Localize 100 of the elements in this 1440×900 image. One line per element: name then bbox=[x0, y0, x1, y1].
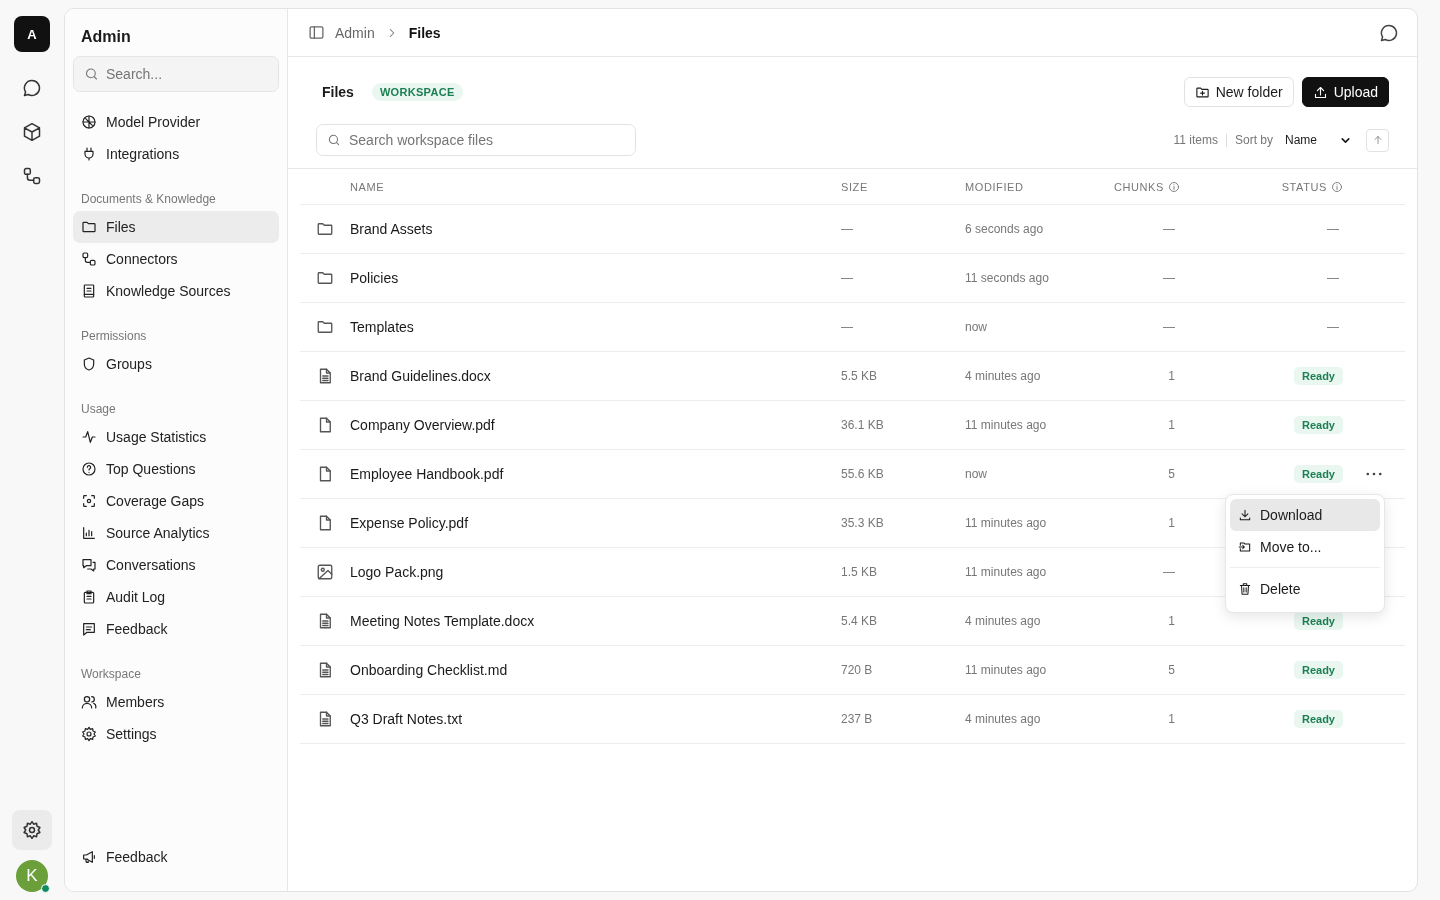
message-icon bbox=[81, 621, 97, 637]
file-name: Brand Assets bbox=[350, 221, 434, 237]
table-cell-text: 720 B bbox=[841, 663, 874, 677]
table-row[interactable]: Q3 Draft Notes.txt 237 B 4 minutes ago 1 Ready bbox=[300, 695, 1405, 744]
sidebar-toggle-icon bbox=[308, 24, 325, 41]
section-heading: Usage bbox=[80, 401, 117, 418]
file-name: Onboarding Checklist.md bbox=[350, 662, 509, 678]
sidebar-item[interactable]: Files bbox=[73, 211, 279, 243]
settings-icon bbox=[81, 726, 97, 742]
users-icon bbox=[81, 694, 97, 710]
settings-button[interactable] bbox=[12, 810, 52, 850]
table-cell-text: 6 seconds ago bbox=[965, 222, 1045, 236]
table-cell-text: 11 minutes ago bbox=[965, 418, 1048, 432]
feedback-link[interactable]: Feedback bbox=[73, 841, 279, 873]
table-cell-text: 36.1 KB bbox=[841, 418, 885, 432]
plug-icon bbox=[81, 146, 97, 162]
sidebar-item[interactable]: Connectors bbox=[73, 243, 279, 275]
folder-plus-icon bbox=[1194, 84, 1210, 100]
megaphone-icon bbox=[81, 849, 97, 865]
column-header: STATUS bbox=[1281, 180, 1327, 193]
table-cell-text: — bbox=[841, 271, 854, 285]
table-cell-text: — bbox=[1162, 222, 1176, 236]
breadcrumb[interactable]: Files bbox=[408, 24, 441, 41]
table-row[interactable]: Policies — 11 seconds ago — — bbox=[300, 254, 1405, 303]
table-cell-text: 237 B bbox=[841, 712, 874, 726]
more-icon bbox=[1366, 472, 1382, 476]
table-row[interactable]: Brand Guidelines.docx 5.5 KB 4 minutes ago 1 Ready bbox=[300, 352, 1405, 401]
file-name: Company Overview.pdf bbox=[350, 417, 496, 433]
file-name: Policies bbox=[350, 270, 400, 286]
trash-icon bbox=[1238, 582, 1252, 596]
file-name: Logo Pack.png bbox=[350, 564, 445, 580]
sidebar-item[interactable]: Feedback bbox=[73, 613, 279, 645]
new-folder-button[interactable]: New folder bbox=[1183, 77, 1294, 107]
sidebar-item[interactable]: Members bbox=[73, 686, 279, 718]
folder-icon bbox=[316, 220, 334, 238]
table-row[interactable]: Company Overview.pdf 36.1 KB 11 minutes ago 1 Ready bbox=[300, 401, 1405, 450]
status-badge: Ready bbox=[1293, 710, 1343, 728]
sidebar-item[interactable]: Coverage Gaps bbox=[73, 485, 279, 517]
sidebar-title: Admin bbox=[80, 27, 132, 47]
table-cell-text: 1 bbox=[1167, 614, 1176, 628]
table-row[interactable]: Templates — now — — bbox=[300, 303, 1405, 352]
table-cell-text: — bbox=[1162, 565, 1176, 579]
section-heading: Documents & Knowledge bbox=[80, 191, 217, 208]
table-cell-text: 4 minutes ago bbox=[965, 369, 1042, 383]
table-cell-text: 1 bbox=[1167, 418, 1176, 432]
sidebar-item[interactable]: Conversations bbox=[73, 549, 279, 581]
chat-button[interactable] bbox=[1379, 22, 1399, 43]
table-cell-text: 4 minutes ago bbox=[965, 712, 1042, 726]
sidebar-item[interactable]: Audit Log bbox=[73, 581, 279, 613]
table-row[interactable]: Onboarding Checklist.md 720 B 11 minutes ago 5 Ready bbox=[300, 646, 1405, 695]
search-field[interactable]: Search workspace files bbox=[316, 124, 636, 156]
table-cell-text: 5.5 KB bbox=[841, 369, 879, 383]
upload-button[interactable]: Upload bbox=[1301, 77, 1389, 107]
info-icon bbox=[1168, 180, 1180, 193]
file-name: Brand Guidelines.docx bbox=[350, 368, 492, 384]
sidebar-item[interactable]: Top Questions bbox=[73, 453, 279, 485]
breadcrumb[interactable]: Admin bbox=[335, 24, 375, 41]
download-icon bbox=[1238, 508, 1252, 522]
sidebar-toggle-button[interactable] bbox=[308, 24, 325, 41]
arrow-up-icon bbox=[1371, 134, 1384, 146]
sidebar-item[interactable]: Integrations bbox=[73, 138, 279, 170]
sidebar-item[interactable]: Model Provider bbox=[73, 106, 279, 138]
pulse-icon bbox=[81, 429, 97, 445]
bar-chart-icon bbox=[81, 525, 97, 541]
column-header: SIZE bbox=[841, 180, 868, 193]
table-cell-text: 1 bbox=[1167, 516, 1176, 530]
file-name: Expense Policy.pdf bbox=[350, 515, 470, 531]
menu-item[interactable]: Download bbox=[1230, 499, 1380, 531]
more-button[interactable] bbox=[1366, 472, 1382, 476]
search-field[interactable]: Search... bbox=[73, 56, 279, 92]
sort-label: Sort by bbox=[1234, 133, 1273, 147]
sidebar-item[interactable]: Source Analytics bbox=[73, 517, 279, 549]
move-icon bbox=[1238, 540, 1252, 554]
status-badge: Ready bbox=[1293, 367, 1343, 385]
scan-icon bbox=[81, 493, 97, 509]
file-name: Employee Handbook.pdf bbox=[350, 466, 505, 482]
table-cell-text: 1.5 KB bbox=[841, 565, 879, 579]
scope-badge: WORKSPACE bbox=[371, 83, 463, 101]
app-logo[interactable]: A bbox=[14, 16, 50, 52]
sidebar-item[interactable]: Knowledge Sources bbox=[73, 275, 279, 307]
menu-item[interactable]: Delete bbox=[1230, 567, 1380, 608]
settings-icon bbox=[22, 820, 42, 840]
table-cell-text: 4 minutes ago bbox=[965, 614, 1042, 628]
chat-icon bbox=[22, 78, 42, 98]
table-cell-text: 5 bbox=[1167, 467, 1176, 481]
globe-icon bbox=[81, 114, 97, 130]
question-icon bbox=[81, 461, 97, 477]
sidebar-item[interactable]: Groups bbox=[73, 348, 279, 380]
file-name: Meeting Notes Template.docx bbox=[350, 613, 536, 629]
table-cell-text: now bbox=[965, 320, 988, 334]
table-cell-text: 11 minutes ago bbox=[965, 663, 1048, 677]
sidebar-item[interactable]: Settings bbox=[73, 718, 279, 750]
sidebar-item[interactable]: Usage Statistics bbox=[73, 421, 279, 453]
table-row[interactable]: Brand Assets — 6 seconds ago — — bbox=[300, 205, 1405, 254]
file-name: Templates bbox=[350, 319, 415, 335]
section-heading: Permissions bbox=[80, 328, 148, 345]
sort-dropdown[interactable]: Name bbox=[1281, 133, 1358, 147]
status-badge: Ready bbox=[1293, 416, 1343, 434]
folder-icon bbox=[81, 219, 97, 235]
table-cell-text: — bbox=[841, 320, 854, 334]
